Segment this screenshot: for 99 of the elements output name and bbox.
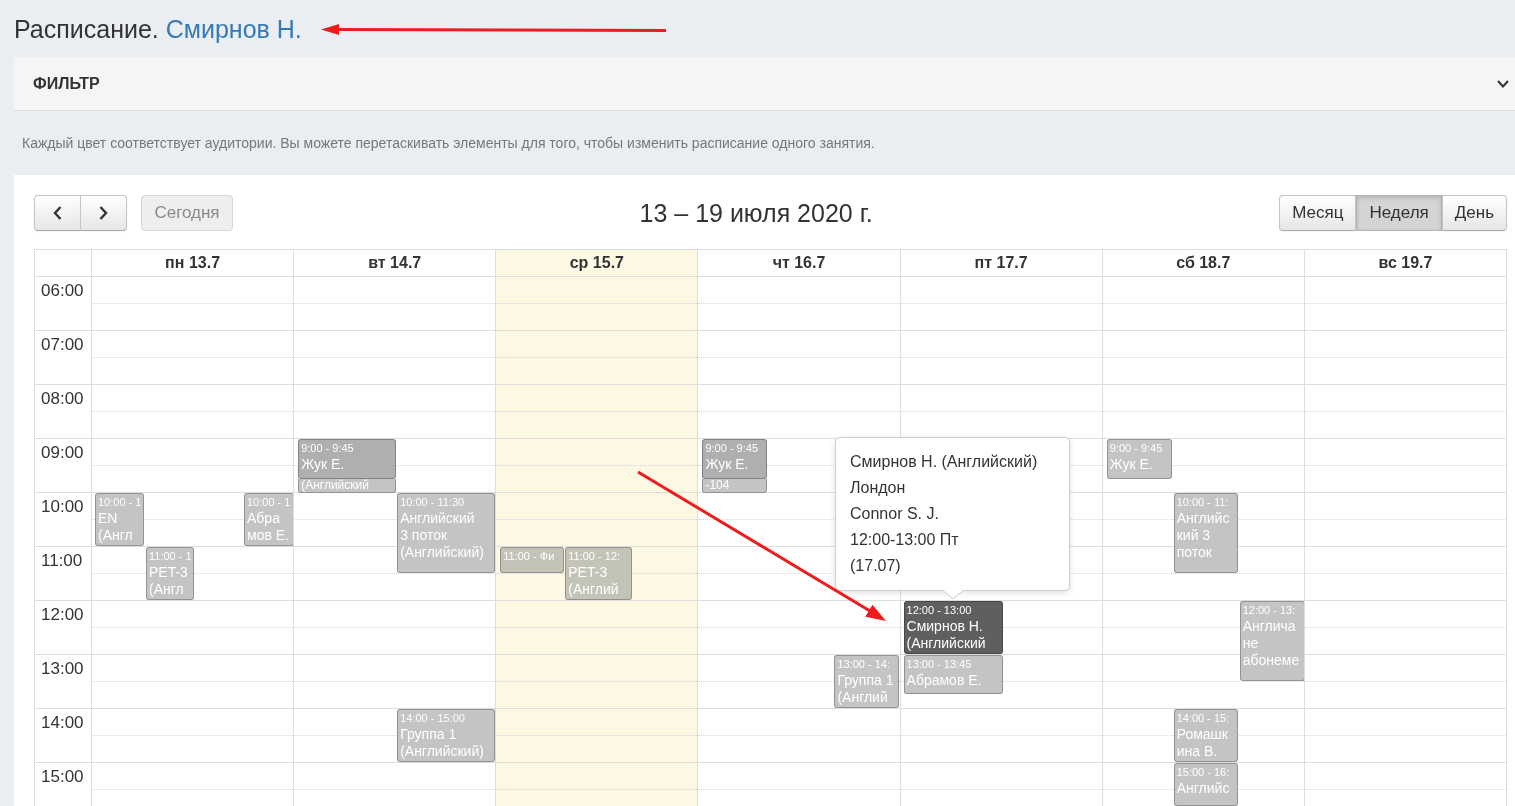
event-time: 12:00 - 13:: [1242, 603, 1296, 618]
event-text: PET-3: [149, 564, 188, 581]
time-label: 11:00: [41, 551, 83, 570]
event-text: абонеме: [1242, 652, 1300, 669]
calendar-event[interactable]: 9:00 - 9:45 Жук Е.: [702, 439, 768, 479]
time-label: 09:00: [41, 443, 84, 462]
event-time: 10:00 - 1: [247, 495, 291, 510]
event-text: (Английский: [906, 635, 986, 652]
calendar-event[interactable]: 12:00 - 13: Англича не абонеме: [1239, 601, 1304, 681]
hint-text: Каждый цвет соответствует аудитории. Вы можете перетаскивать элементы для того, чтобы изменить расписание одного занятия.: [22, 134, 875, 153]
time-label: 06:00: [41, 281, 84, 300]
event-text: EN: [98, 510, 118, 527]
event-text: (Англ: [149, 581, 184, 598]
filter-toggle[interactable]: ФИЛЬТР: [14, 57, 1515, 111]
teacher-link[interactable]: Смирнов Н.: [165, 15, 302, 43]
calendar-event[interactable]: 11:00 - 1 PET-3 (Англ: [146, 547, 194, 600]
event-time: 10:00 - 11:30: [400, 495, 465, 510]
event-time: 10:00 - 11:: [1176, 495, 1229, 510]
event-text: Смирнов Н.: [906, 618, 983, 635]
event-time: 12:00 - 13:00: [906, 603, 972, 618]
calendar-event[interactable]: 14:00 - 15: Ромашк ина В.: [1173, 709, 1238, 762]
day-header: чт 16.7: [697, 250, 900, 276]
chevron-right-icon: [99, 206, 108, 220]
event-text: (Английский: [301, 479, 369, 491]
day-header: вс 19.7: [1303, 250, 1506, 276]
calendar-event[interactable]: 10:00 - 1 Абра мов Е.: [244, 493, 294, 546]
view-tab[interactable]: Месяц: [1279, 195, 1357, 231]
event-time: 13:00 - 14:: [837, 657, 890, 672]
event-time: 14:00 - 15:00: [400, 711, 465, 726]
event-time: 13:00 - 13:45: [906, 657, 972, 672]
event-text: Жук Е.: [705, 456, 749, 473]
calendar-event[interactable]: 10:00 - 11: Английс кий 3 поток: [1173, 493, 1238, 573]
event-text: Абра: [247, 510, 280, 527]
event-text: (Англий: [568, 581, 619, 598]
event-text: Ромашк: [1176, 726, 1228, 743]
event-text: (Английский): [400, 743, 484, 760]
event-text: Группа 1: [400, 726, 457, 743]
event-text: кий 3: [1176, 527, 1211, 544]
event-time: 9:00 - 9:45: [705, 441, 758, 456]
next-button[interactable]: [80, 195, 127, 231]
tooltip-line: Смирнов Н. (Английский): [850, 452, 1038, 472]
tooltip-line: Лондон: [850, 478, 906, 498]
event-text: Жук Е.: [301, 456, 345, 473]
day-header: пт 17.7: [899, 250, 1102, 276]
calendar-event[interactable]: 9:00 - 9:45 Жук Е.: [298, 439, 397, 479]
time-label: 14:00: [41, 713, 84, 732]
prev-button[interactable]: [34, 195, 81, 231]
event-time: 9:00 - 9:45: [301, 441, 354, 456]
view-tab[interactable]: Неделя: [1356, 195, 1442, 231]
event-text: (Англий: [837, 689, 888, 706]
event-text: Группа 1: [837, 672, 894, 689]
calendar-event[interactable]: 14:00 - 15:00 Группа 1 (Английский): [397, 709, 496, 762]
day-header: ср 15.7: [495, 250, 698, 276]
calendar-event[interactable]: 11:00 - 12: PET-3 (Англий: [565, 547, 633, 600]
time-label: 12:00: [41, 605, 84, 624]
event-text: поток: [1176, 544, 1212, 561]
event-text: Англича: [1242, 618, 1296, 635]
calendar-event[interactable]: 11:00 - Фи: [500, 547, 565, 573]
event-text: (Англ: [98, 527, 133, 544]
page-title: Расписание. Смирнов Н.: [14, 14, 302, 44]
event-text: Английс: [1176, 510, 1230, 527]
tooltip-line: (17.07): [850, 556, 901, 576]
event-text: ина В.: [1176, 743, 1218, 760]
event-text: мов Е.: [247, 527, 289, 544]
calendar-event[interactable]: 12:00 - 13:00 Смирнов Н. (Английский: [903, 601, 1003, 654]
time-label: 10:00: [41, 497, 84, 516]
calendar-event[interactable]: (Английский: [298, 479, 397, 493]
event-time: 14:00 - 15:: [1176, 711, 1230, 726]
tooltip-line: Connor S. J.: [850, 504, 939, 524]
event-text: 3 поток: [400, 527, 448, 544]
calendar-event[interactable]: 10:00 - 1 EN (Англ: [95, 493, 144, 546]
calendar-title: 13 – 19 июля 2020 г.: [639, 198, 873, 228]
event-text: Жук Е.: [1109, 456, 1153, 473]
tooltip-line: 12:00-13:00 Пт: [850, 530, 959, 550]
event-time: 11:00 - 1: [149, 549, 192, 564]
event-text: -104: [705, 479, 730, 491]
event-time: 11:00 - 12:: [568, 549, 621, 564]
calendar-event[interactable]: -104: [702, 479, 768, 493]
calendar-event[interactable]: 15:00 - 16: Английс: [1173, 763, 1238, 806]
calendar-event[interactable]: 13:00 - 13:45 Абрамов Е.: [903, 655, 1003, 694]
event-time: 11:00 - Фи: [503, 549, 555, 564]
chevron-left-icon: [53, 206, 62, 220]
time-label: 15:00: [41, 767, 84, 786]
event-time: 15:00 - 16:: [1176, 765, 1230, 780]
event-text: Абрамов Е.: [906, 672, 982, 689]
time-label: 07:00: [41, 335, 84, 354]
view-tab[interactable]: День: [1441, 195, 1507, 231]
event-text: PET-3: [568, 564, 608, 581]
event-text: (Английский): [400, 544, 484, 561]
event-text: Английский: [400, 510, 475, 527]
calendar-event[interactable]: 10:00 - 11:30 Английский 3 поток (Английский): [397, 493, 496, 573]
event-text: не: [1242, 635, 1259, 652]
event-text: Английс: [1176, 780, 1230, 797]
time-label: 08:00: [41, 389, 84, 408]
day-header: пн 13.7: [91, 250, 294, 276]
calendar-event[interactable]: 13:00 - 14: Группа 1 (Англий: [834, 655, 900, 708]
day-header: сб 18.7: [1101, 250, 1304, 276]
event-time: 10:00 - 1: [98, 495, 142, 510]
time-label: 13:00: [41, 659, 84, 678]
